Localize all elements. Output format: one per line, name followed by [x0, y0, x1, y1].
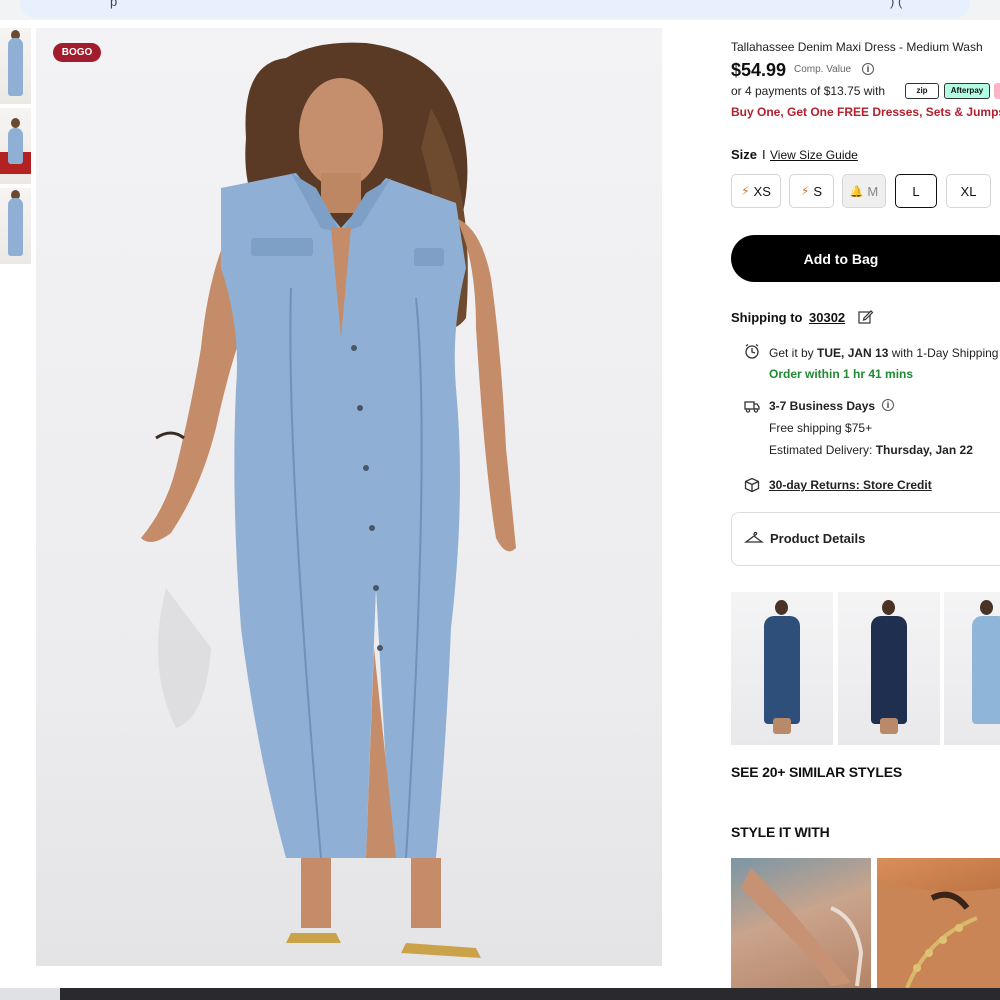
style-it-with-heading: STYLE IT WITH [731, 824, 830, 840]
estimated-delivery: Estimated Delivery: Thursday, Jan 22 [769, 443, 973, 457]
address-text-fragment: p [110, 0, 118, 9]
address-text-fragment-right: ) ( [890, 0, 903, 9]
business-days: 3-7 Business Days [769, 399, 876, 413]
size-option-s[interactable]: ⚡ S [789, 174, 834, 208]
sim-model-dress [871, 616, 907, 724]
similar-styles-heading[interactable]: SEE 20+ SIMILAR STYLES [731, 764, 902, 780]
zip-pay-badge[interactable]: zip [905, 83, 939, 99]
thumb-model-head [11, 118, 20, 128]
size-option-label: XS [753, 183, 771, 199]
estimated-label: Estimated Delivery: [769, 443, 873, 457]
afterpay-badge[interactable]: Afterpay [944, 83, 990, 99]
size-option-xl[interactable]: XL [946, 174, 991, 208]
product-price: $54.99 [731, 60, 787, 80]
size-option-label: M [867, 183, 879, 199]
style-it-with-card-2[interactable] [877, 858, 1000, 988]
sim-model-dress [764, 616, 800, 724]
product-details-label: Product Details [770, 531, 866, 546]
address-pill[interactable] [20, 0, 970, 18]
browser-address-bar[interactable]: p ) ( [0, 0, 1000, 20]
thumbnail-1[interactable] [0, 28, 31, 104]
thumb-model-dress [8, 38, 23, 96]
size-option-label: L [912, 183, 920, 199]
get-it-prefix: Get it by [769, 346, 814, 360]
hanger-icon [744, 531, 764, 543]
edit-icon[interactable] [857, 308, 874, 325]
estimated-date: Thursday, Jan 22 [875, 443, 973, 457]
promo-text[interactable]: Buy One, Get One FREE Dresses, Sets & Ju… [731, 105, 1000, 119]
model-illustration [141, 42, 516, 958]
shipping-zip-link[interactable]: 30302 [809, 310, 845, 325]
size-guide-link[interactable]: View Size Guide [770, 148, 858, 162]
sim-model-head [882, 600, 895, 615]
bolt-icon: ⚡ [800, 184, 810, 198]
info-icon[interactable]: i [882, 399, 894, 411]
installments-text: or 4 payments of $13.75 with [731, 84, 886, 98]
get-it-suffix: with 1-Day Shipping [891, 346, 999, 360]
thumbnail-2[interactable] [0, 108, 31, 184]
thumb-model-dress [8, 128, 23, 164]
style-it-with-card-1[interactable] [731, 858, 871, 988]
size-option-label: S [813, 183, 823, 199]
sim-model-head [980, 600, 993, 615]
similar-style-card-1[interactable] [731, 592, 833, 745]
get-it-date: TUE, JAN 13 [817, 346, 889, 360]
sim-model-dress [972, 616, 1000, 724]
truck-icon [744, 401, 760, 413]
main-product-image[interactable]: BOGO [36, 28, 662, 966]
size-option-l[interactable]: L [895, 174, 937, 208]
order-within-countdown: Order within 1 hr 41 mins [769, 367, 914, 381]
free-shipping-threshold: Free shipping $75+ [769, 421, 873, 435]
similar-style-card-2[interactable] [838, 592, 940, 745]
returns-policy-link[interactable]: 30-day Returns: Store Credit [769, 478, 932, 492]
shipping-label: Shipping to [731, 310, 803, 325]
bell-icon: 🔔 [849, 185, 864, 198]
thumbnail-3[interactable] [0, 188, 31, 264]
clock-icon [745, 343, 759, 359]
similar-style-card-3[interactable] [944, 592, 1000, 745]
sim-model-head [775, 600, 788, 615]
comp-value-label: Comp. Value [794, 64, 852, 75]
heel-shoe-image [741, 868, 864, 987]
bolt-icon: ⚡ [741, 184, 750, 198]
thumb-model-dress [8, 198, 23, 256]
sim-model-legs [773, 718, 791, 734]
box-icon [744, 477, 760, 493]
size-label: Size [731, 147, 758, 162]
add-to-bag-button[interactable]: Add to Bag [731, 235, 1000, 282]
taskbar-left-segment [0, 988, 60, 1000]
anklet-jewelry-image [877, 878, 1000, 988]
bogo-badge: BOGO [53, 43, 101, 62]
sim-model-legs [880, 718, 898, 734]
size-option-label: XL [960, 183, 977, 199]
size-separator: I [762, 147, 766, 162]
size-option-m[interactable]: 🔔 M [842, 174, 886, 208]
klarna-badge-partial[interactable] [994, 83, 1000, 99]
delivery-promise: Get it by TUE, JAN 13 with 1-Day Shippin… [769, 346, 998, 360]
size-option-xs[interactable]: ⚡ XS [731, 174, 781, 208]
info-icon[interactable]: i [862, 63, 874, 75]
bottom-taskbar [0, 988, 1000, 1000]
product-title: Tallahassee Denim Maxi Dress - Medium Wa… [731, 40, 983, 54]
